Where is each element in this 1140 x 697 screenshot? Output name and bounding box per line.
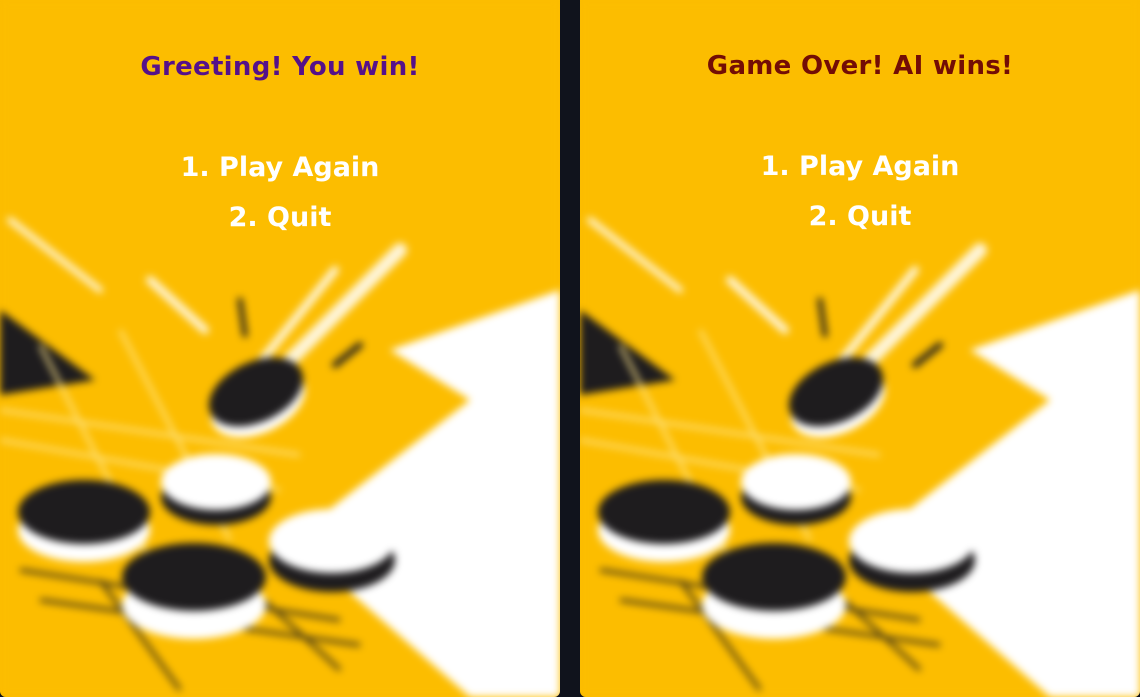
win-screen: Greeting! You win! 1. Play Again 2. Quit xyxy=(0,0,560,697)
lose-screen: Game Over! AI wins! 1. Play Again 2. Qui… xyxy=(580,0,1140,697)
win-title: Greeting! You win! xyxy=(140,52,420,82)
play-again-option[interactable]: 1. Play Again xyxy=(0,152,560,183)
quit-option[interactable]: 2. Quit xyxy=(580,201,1140,232)
game-stage: Greeting! You win! 1. Play Again 2. Quit xyxy=(0,0,1140,697)
quit-option[interactable]: 2. Quit xyxy=(0,202,560,233)
lose-title: Game Over! AI wins! xyxy=(706,51,1014,81)
menu-overlay: Game Over! AI wins! 1. Play Again 2. Qui… xyxy=(580,0,1140,697)
menu-overlay: Greeting! You win! 1. Play Again 2. Quit xyxy=(0,0,560,697)
play-again-option[interactable]: 1. Play Again xyxy=(580,151,1140,182)
